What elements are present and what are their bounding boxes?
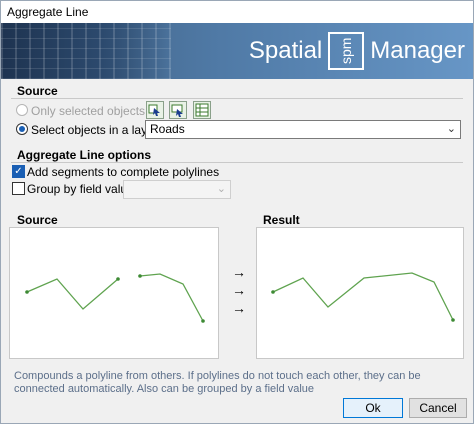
only-selected-radio[interactable]	[16, 104, 28, 116]
chevron-down-icon: ⌄	[216, 183, 226, 195]
select-in-layer-radio[interactable]	[16, 123, 28, 135]
brand-right-text: Manager	[370, 37, 465, 64]
brand-logo: Spatial spm Manager	[249, 31, 465, 71]
select-table-icon	[195, 103, 209, 117]
arrow-2: →	[232, 282, 246, 298]
layer-select-value: Roads	[150, 122, 185, 136]
group-by-checkbox[interactable]	[12, 182, 25, 195]
description-text: Compounds a polyline from others. If pol…	[14, 370, 421, 395]
arrow-3: →	[232, 300, 246, 316]
brand-box: spm	[328, 32, 365, 70]
arrow-1: →	[232, 264, 246, 280]
options-group-title: Aggregate Line options	[17, 148, 152, 162]
only-selected-label: Only selected objects	[31, 104, 146, 118]
select-table-button[interactable]	[193, 101, 211, 119]
result-preview-title: Result	[263, 213, 300, 227]
header-banner: Spatial spm Manager	[1, 23, 473, 79]
select-add-button[interactable]	[169, 101, 187, 119]
title-bar: Aggregate Line	[1, 1, 473, 23]
source-divider	[11, 98, 463, 99]
select-add-icon	[171, 104, 183, 117]
cancel-button[interactable]: Cancel	[409, 398, 467, 418]
select-objects-button[interactable]	[146, 101, 164, 119]
source-preview-image	[25, 273, 205, 323]
chevron-down-icon: ⌄	[446, 123, 456, 135]
options-divider	[11, 162, 463, 163]
window-title: Aggregate Line	[7, 5, 89, 19]
ok-button[interactable]: Ok	[343, 398, 403, 418]
group-by-label: Group by field value	[27, 182, 134, 196]
select-objects-icon	[148, 104, 160, 116]
group-field-select[interactable]: ⌄	[123, 180, 231, 199]
banner-map-image	[1, 23, 171, 79]
source-preview-title: Source	[17, 213, 58, 227]
layer-select[interactable]: Roads ⌄	[145, 120, 461, 139]
source-group-title: Source	[17, 84, 58, 98]
transform-arrows: → → →	[227, 263, 251, 317]
result-preview-panel	[256, 227, 464, 359]
add-segments-label: Add segments to complete polylines	[27, 165, 220, 179]
source-preview-panel	[9, 227, 219, 359]
aggregate-line-dialog: Aggregate Line Spatial spm Manager Sourc…	[0, 0, 474, 424]
select-in-layer-label: Select objects in a layer	[31, 123, 158, 137]
result-preview-image	[271, 272, 455, 322]
add-segments-checkbox[interactable]: ✓	[12, 165, 25, 178]
brand-left-text: Spatial	[248, 37, 323, 64]
